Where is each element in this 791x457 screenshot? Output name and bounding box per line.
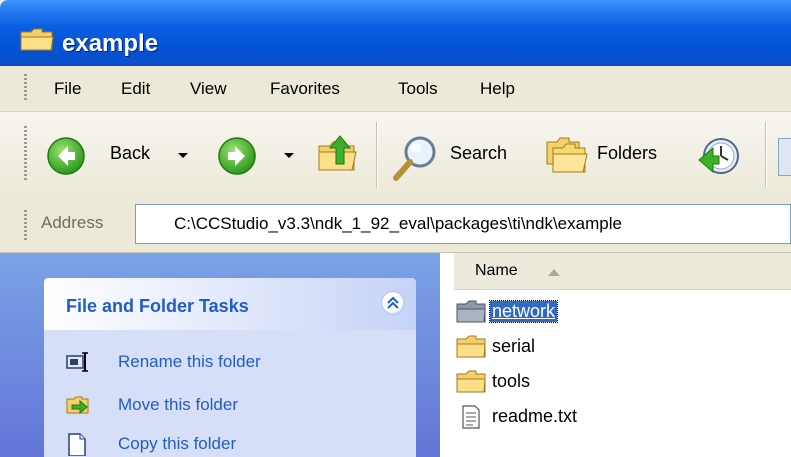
back-dropdown-icon[interactable] [178,153,188,158]
address-bar: Address C:\CCStudio_v3.3\ndk_1_92_eval\p… [0,198,791,253]
content-area: File and Folder Tasks Rename this folder… [0,253,791,457]
task-rename-folder[interactable]: Rename this folder [44,348,416,376]
sort-ascending-icon [548,269,560,276]
window-title: example [62,30,159,57]
file-row-network[interactable]: network [456,297,776,327]
text-file-icon [462,405,480,429]
toolbar: Back Search Folders [0,112,791,199]
file-list: Name network serial tools readme.txt [440,253,791,457]
menu-file[interactable]: File [54,79,81,99]
task-panel-body: Rename this folder Move this folder Copy… [44,330,416,457]
task-label[interactable]: Move this folder [118,395,238,415]
back-label[interactable]: Back [110,143,150,164]
menu-help[interactable]: Help [480,79,515,99]
toolbar-grip[interactable] [24,126,27,182]
rename-folder-icon [66,352,88,372]
task-panel-title[interactable]: File and Folder Tasks [66,296,249,317]
chevron-up-icon [387,296,399,309]
task-panel-header[interactable]: File and Folder Tasks [44,278,416,330]
move-folder-icon [66,396,89,415]
search-label[interactable]: Search [450,143,507,164]
folder-icon [20,28,54,51]
collapse-button[interactable] [381,291,405,315]
back-arrow-icon[interactable] [46,136,86,176]
folder-icon [456,300,486,323]
forward-dropdown-icon[interactable] [284,153,294,158]
menu-bar: File Edit View Favorites Tools Help [0,66,791,112]
menu-favorites[interactable]: Favorites [270,79,340,99]
task-copy-folder[interactable]: Copy this folder [44,430,416,457]
forward-arrow-icon[interactable] [217,136,257,176]
file-name[interactable]: serial [490,336,537,357]
menu-view[interactable]: View [190,79,227,99]
menu-edit[interactable]: Edit [121,79,150,99]
toolbar-separator [376,122,377,188]
address-grip[interactable] [24,210,27,240]
task-label[interactable]: Rename this folder [118,352,261,372]
folders-label[interactable]: Folders [597,143,657,164]
up-folder-icon[interactable] [316,134,360,176]
views-icon[interactable] [778,138,791,176]
menu-tools[interactable]: Tools [398,79,438,99]
menu-grip[interactable] [24,74,27,102]
toolbar-separator [765,122,766,188]
history-icon[interactable] [697,134,741,178]
file-row-serial[interactable]: serial [456,332,776,362]
file-name[interactable]: network [488,300,559,323]
file-name[interactable]: readme.txt [490,406,579,427]
search-icon[interactable] [392,132,442,182]
task-move-folder[interactable]: Move this folder [44,391,416,419]
column-header-name[interactable]: Name [454,253,791,290]
title-bar[interactable]: example [0,0,791,66]
file-name[interactable]: tools [490,371,532,392]
copy-folder-icon [68,433,86,456]
address-label: Address [41,213,104,232]
file-row-tools[interactable]: tools [456,367,776,397]
address-input[interactable]: C:\CCStudio_v3.3\ndk_1_92_eval\packages\… [135,204,791,244]
folders-icon[interactable] [543,134,589,176]
folder-icon [456,370,486,393]
folder-icon [456,335,486,358]
explorer-window: example File Edit View Favorites Tools H… [0,0,791,457]
address-value[interactable]: C:\CCStudio_v3.3\ndk_1_92_eval\packages\… [174,214,622,234]
column-name-label[interactable]: Name [475,262,518,280]
task-label[interactable]: Copy this folder [118,434,236,454]
file-row-readme[interactable]: readme.txt [456,402,776,432]
task-pane: File and Folder Tasks Rename this folder… [0,253,440,457]
